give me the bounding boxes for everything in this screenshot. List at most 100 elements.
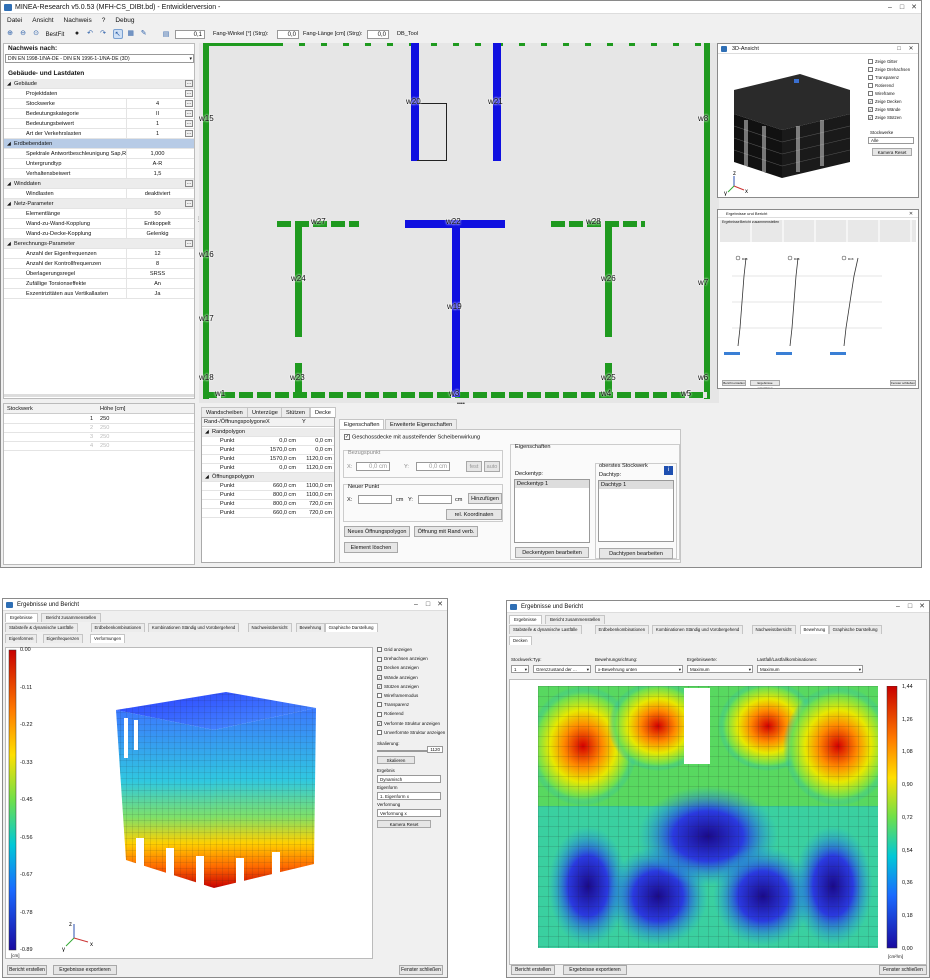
pen-icon[interactable]: ✎ bbox=[139, 29, 149, 39]
checkbox-icon[interactable]: ✓ bbox=[868, 115, 873, 121]
stockwerk-row[interactable]: 3 250 bbox=[4, 433, 194, 442]
geschossdecke-checkbox[interactable]: ✓ Geschossdecke mit aussteifender Scheibe… bbox=[344, 434, 480, 440]
property-value[interactable]: SRSS bbox=[126, 269, 188, 279]
deckentyp-list[interactable]: Deckentyp 1 bbox=[514, 479, 590, 543]
display-option[interactable]: Unverformte Struktur anzeigen bbox=[377, 728, 447, 737]
checkbox-icon[interactable] bbox=[377, 730, 382, 735]
property-row[interactable]: Art der Verkehrslasten 1… bbox=[4, 129, 194, 139]
checkbox-icon[interactable]: ✓ bbox=[377, 684, 382, 690]
rl-subtab[interactable]: Graphische Darstellung bbox=[324, 623, 378, 632]
grid-value-input[interactable]: 0,1 bbox=[175, 30, 205, 39]
rr-tab[interactable]: Bericht zusammenstellen bbox=[545, 615, 606, 624]
skalieren-button[interactable]: Skalieren bbox=[377, 756, 415, 764]
polygon-point[interactable]: Punkt 1570,0 cm 0,0 cm bbox=[202, 446, 334, 455]
panel-splitter[interactable] bbox=[4, 394, 194, 397]
bestfit-button[interactable]: BestFit bbox=[46, 32, 65, 38]
filter-select[interactable]: Maximum ▾ bbox=[757, 665, 863, 673]
rr-subtab[interactable]: Nachweisübersicht bbox=[751, 625, 796, 634]
property-value[interactable]: II bbox=[126, 109, 188, 119]
polygon-point[interactable]: Punkt 800,0 cm 1100,0 cm bbox=[202, 491, 334, 500]
expand-triangle-icon[interactable]: ◢ bbox=[7, 79, 11, 89]
polygon-point[interactable]: Punkt 0,0 cm 0,0 cm bbox=[202, 437, 334, 446]
expand-triangle-icon[interactable]: ◢ bbox=[7, 139, 11, 149]
property-row[interactable]: Anzahl der Kontrollfrequenzen 8 bbox=[4, 259, 194, 269]
fang-laenge-input[interactable]: 0,0 bbox=[367, 30, 389, 39]
minimize-icon[interactable]: – bbox=[893, 601, 903, 613]
ellipsis-button[interactable]: … bbox=[185, 120, 193, 127]
filter-select[interactable]: Maximum ▾ bbox=[687, 665, 753, 673]
property-row[interactable]: Windlasten deaktiviert bbox=[4, 189, 194, 199]
dachtyp-item[interactable]: Dachtyp 1 bbox=[599, 481, 673, 489]
verformung-select[interactable]: Verformung x bbox=[377, 809, 441, 817]
checkbox-icon[interactable] bbox=[377, 702, 382, 708]
wall-left[interactable] bbox=[203, 43, 209, 399]
close-icon[interactable]: ✕ bbox=[909, 1, 919, 14]
splitter-dots[interactable]: •••• bbox=[457, 401, 465, 407]
maximize-icon[interactable]: □ bbox=[894, 44, 904, 54]
select-icon[interactable]: ↖ bbox=[112, 29, 123, 39]
ellipsis-button[interactable]: … bbox=[185, 200, 193, 207]
dachtyp-list[interactable]: Dachtyp 1 bbox=[598, 480, 674, 542]
rl-tab[interactable]: Ergebnisse bbox=[5, 613, 38, 622]
view3d-option[interactable]: Zeige Drehachsen bbox=[868, 66, 918, 74]
point-x[interactable]: 1570,0 cm bbox=[262, 455, 296, 464]
property-value[interactable]: A-R bbox=[126, 159, 188, 169]
hinzufuegen-button[interactable]: Hinzufügen bbox=[468, 493, 502, 504]
rr-subtab[interactable]: Kombinationen Ständig und Vorübergehend bbox=[651, 625, 744, 634]
expand-triangle-icon[interactable]: ◢ bbox=[7, 179, 11, 189]
property-value[interactable]: 8 bbox=[126, 259, 188, 269]
wall-right[interactable] bbox=[704, 43, 710, 399]
bericht-erstellen-button[interactable]: Bericht erstellen bbox=[7, 965, 47, 975]
building-3d-view[interactable]: z y x bbox=[720, 56, 866, 196]
property-row[interactable]: Bedeutungsbeiwert 1… bbox=[4, 119, 194, 129]
maximize-icon[interactable]: □ bbox=[897, 1, 907, 14]
point-x[interactable]: 0,0 cm bbox=[262, 464, 296, 473]
fang-winkel-input[interactable]: 0,0 bbox=[277, 30, 299, 39]
record-icon[interactable]: ● bbox=[72, 29, 82, 39]
deformed-building-3d[interactable] bbox=[96, 688, 346, 908]
close-icon[interactable]: ✕ bbox=[917, 601, 927, 613]
point-y[interactable]: 1120,0 cm bbox=[298, 455, 332, 464]
menu-ansicht[interactable]: Ansicht bbox=[32, 17, 53, 24]
property-value[interactable]: An bbox=[126, 279, 188, 289]
rl-subtab[interactable]: Erdbebenkombinationen bbox=[90, 623, 146, 632]
property-row[interactable]: Untergrundtyp A-R bbox=[4, 159, 194, 169]
expand-triangle-icon[interactable]: ◢ bbox=[7, 239, 11, 249]
expand-triangle-icon[interactable]: ◢ bbox=[7, 199, 11, 209]
property-value[interactable]: Gelenkig bbox=[126, 229, 188, 239]
stockwerk-row[interactable]: 1 250 bbox=[4, 415, 194, 424]
property-row[interactable]: Bedeutungskategorie II… bbox=[4, 109, 194, 119]
property-value[interactable]: deaktiviert bbox=[126, 189, 188, 199]
checkbox-icon[interactable]: ✓ bbox=[377, 665, 382, 671]
expand-triangle-icon[interactable]: ◢ bbox=[205, 473, 209, 482]
stockwerk-height[interactable]: 250 bbox=[100, 433, 109, 442]
point-y[interactable]: 1100,0 cm bbox=[298, 482, 332, 491]
oeffnung-verbinden-button[interactable]: Öffnung mit Rand verb. bbox=[414, 526, 478, 537]
point-y[interactable]: 1100,0 cm bbox=[298, 491, 332, 500]
property-category[interactable]: ◢ Gebäude… bbox=[4, 79, 194, 89]
mini-bericht-erstellen[interactable]: Bericht erstellen bbox=[722, 380, 746, 386]
display-option[interactable]: ✓ Verformte Struktur anzeigen bbox=[377, 719, 447, 728]
point-y[interactable]: 720,0 cm bbox=[298, 500, 332, 509]
polygon-group[interactable]: ◢ Öffnungspolygon bbox=[202, 473, 334, 482]
nachweis-select[interactable]: DIN EN 1998-1/NA-DE - DIN EN 1996-1-1/NA… bbox=[5, 54, 194, 63]
checkbox-icon[interactable] bbox=[377, 656, 382, 662]
rr-subsubtab[interactable]: Decken bbox=[509, 636, 532, 645]
fenster-schliessen-button[interactable]: Fenster schließen bbox=[399, 965, 443, 975]
fest-button[interactable]: fest bbox=[466, 461, 482, 472]
property-category[interactable]: ◢ Berechnungs-Parameter… bbox=[4, 239, 194, 249]
display-option[interactable]: ✓ Stützen anzeigen bbox=[377, 682, 447, 691]
view3d-option[interactable]: ✓ Zeige Decken bbox=[868, 98, 918, 106]
ellipsis-button[interactable]: … bbox=[185, 110, 193, 117]
rel-koordinaten-button[interactable]: rel. Koordinaten bbox=[446, 509, 502, 520]
redo-icon[interactable]: ↷ bbox=[98, 29, 108, 39]
property-value[interactable]: 1 bbox=[126, 129, 188, 139]
mini-fenster-schliessen[interactable]: Fenster schließen bbox=[890, 380, 916, 386]
ellipsis-button[interactable]: … bbox=[185, 180, 193, 187]
property-category[interactable]: ◢ Netz-Parameter… bbox=[4, 199, 194, 209]
np-y-input[interactable] bbox=[418, 495, 452, 504]
property-value[interactable]: 1,5 bbox=[126, 169, 188, 179]
menu-help[interactable]: ? bbox=[102, 17, 106, 24]
menu-debug[interactable]: Debug bbox=[115, 17, 134, 24]
checkbox-icon[interactable] bbox=[868, 67, 873, 73]
